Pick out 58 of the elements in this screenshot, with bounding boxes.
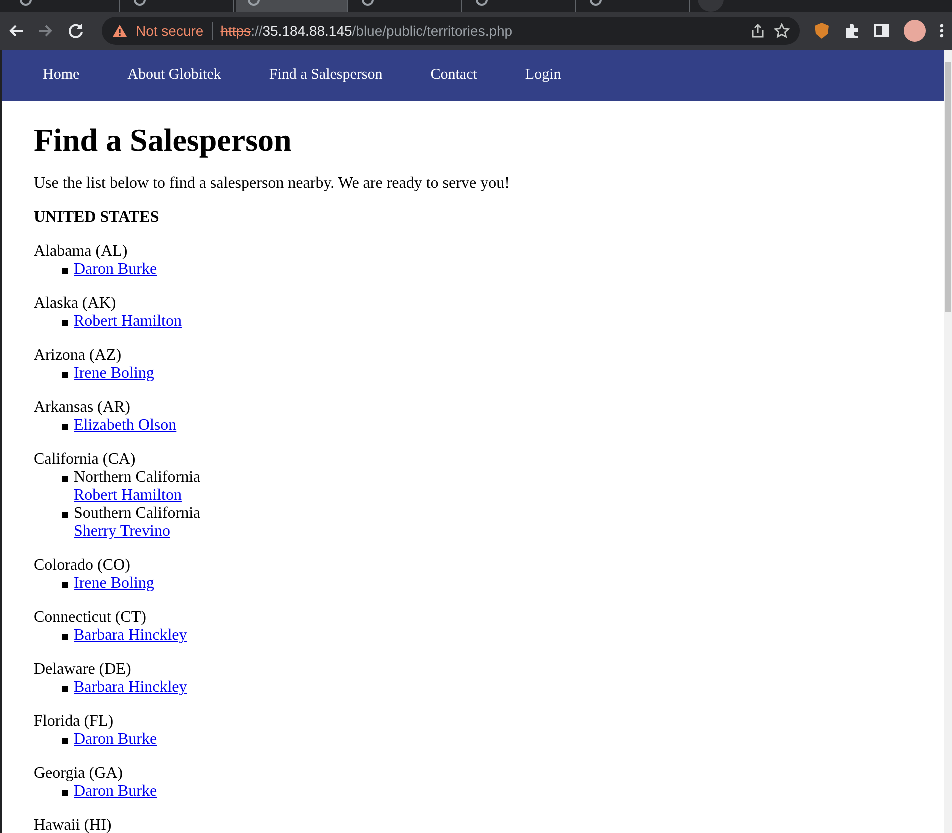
state-name: Connecticut (CT)	[34, 609, 146, 627]
salesperson-link[interactable]: Daron Burke	[74, 261, 158, 279]
state-name: Arkansas (AR)	[34, 399, 130, 417]
salesperson-link[interactable]: Barbara Hinckley	[74, 679, 188, 697]
bullet-icon	[62, 372, 68, 378]
state-name: California (CA)	[34, 451, 136, 469]
warning-icon	[112, 24, 128, 38]
bullet-icon	[62, 512, 68, 518]
salesperson-link[interactable]: Irene Boling	[74, 365, 154, 383]
sidebar-icon[interactable]	[874, 23, 890, 39]
state-name: Georgia (GA)	[34, 765, 124, 783]
nav-link[interactable]: Contact	[406, 67, 502, 84]
salesperson-link[interactable]: Daron Burke	[74, 731, 158, 749]
salesperson-link[interactable]: Barbara Hinckley	[74, 627, 188, 645]
region-name: Northern California	[74, 469, 201, 487]
nav-link[interactable]: Login	[501, 67, 586, 84]
bullet-icon	[62, 476, 68, 482]
nav-link[interactable]: Home	[19, 67, 104, 84]
state-name: Alabama (AL)	[34, 243, 128, 261]
state-name: Arizona (AZ)	[34, 347, 122, 365]
salesperson-link[interactable]: Robert Hamilton	[74, 313, 182, 331]
salesperson-link[interactable]: Robert Hamilton	[74, 487, 182, 505]
salesperson-link[interactable]: Sherry Trevino	[74, 523, 170, 541]
back-icon[interactable]	[8, 23, 24, 39]
bullet-icon	[62, 686, 68, 692]
country-heading: UNITED STATES	[34, 209, 160, 227]
page-heading: Find a Salesperson	[34, 122, 293, 159]
bullet-icon	[62, 424, 68, 430]
bullet-icon	[62, 320, 68, 326]
state-name: Colorado (CO)	[34, 557, 130, 575]
state-name: Delaware (DE)	[34, 661, 132, 679]
security-label[interactable]: Not secure	[136, 23, 204, 39]
state-name: Alaska (AK)	[34, 295, 116, 313]
nav-link[interactable]: Find a Salesperson	[245, 67, 407, 84]
nav-link[interactable]: About Globitek	[104, 67, 246, 84]
menu-icon[interactable]	[940, 23, 944, 39]
salesperson-link[interactable]: Irene Boling	[74, 575, 154, 593]
bullet-icon	[62, 738, 68, 744]
intro-text: Use the list below to find a salesperson nearby. We are ready to serve you!	[34, 175, 511, 193]
bullet-icon	[62, 268, 68, 274]
reload-icon[interactable]	[68, 23, 84, 39]
state-name: Florida (FL)	[34, 713, 114, 731]
bullet-icon	[62, 582, 68, 588]
scrollbar-thumb[interactable]	[945, 62, 951, 312]
profile-avatar[interactable]	[904, 20, 926, 42]
bullet-icon	[62, 790, 68, 796]
url-text[interactable]: https://35.184.88.145/blue/public/territories.php	[220, 23, 742, 39]
share-icon[interactable]	[750, 23, 766, 39]
salesperson-link[interactable]: Daron Burke	[74, 783, 158, 801]
region-name: Southern California	[74, 505, 201, 523]
forward-icon[interactable]	[38, 23, 54, 39]
salesperson-link[interactable]: Elizabeth Olson	[74, 417, 177, 435]
puzzle-icon[interactable]	[844, 23, 860, 39]
bullet-icon	[62, 634, 68, 640]
shield-icon[interactable]	[814, 22, 830, 40]
address-bar[interactable]: Not secure https://35.184.88.145/blue/public/territories.php	[102, 17, 800, 45]
browser-tab[interactable]	[236, 0, 348, 12]
star-icon[interactable]	[774, 23, 790, 39]
